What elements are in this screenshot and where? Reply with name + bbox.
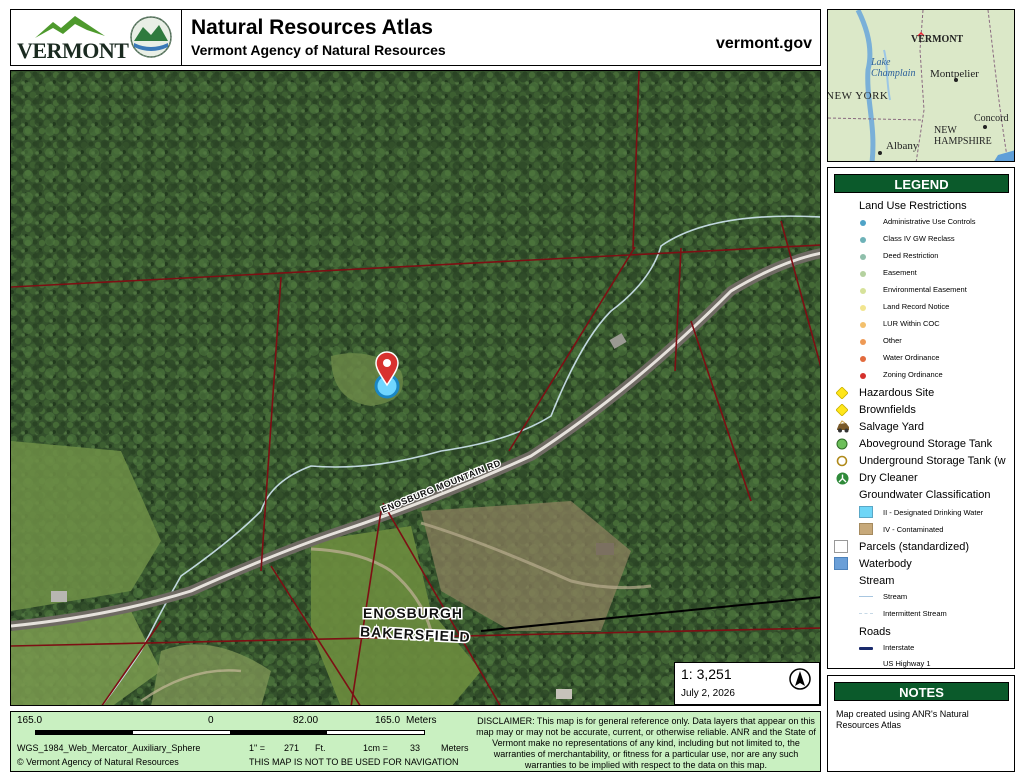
scale-label-left: 165.0 [17,715,43,726]
inset-label: Lake Champlain [871,57,916,79]
legend-panel: LEGEND Land Use Restrictions Administrat… [827,167,1015,669]
legend-aboveground-tank: Aboveground Storage Tank [859,438,993,450]
legend-underground-tank: Underground Storage Tank (w [859,455,1006,467]
scale-bar [35,730,425,735]
scale-label-right: 165.0 [375,715,401,726]
legend-gw-contaminated: IV - Contaminated [883,525,944,534]
aerial-imagery: ENOSBURG MOUNTAIN RD ENOSBURGH BAKERSFIE… [11,71,820,705]
inset-label: Montpelier [930,68,979,80]
land-use-dot-icon [860,237,866,243]
notes-heading: NOTES [834,682,1009,701]
legend-stream: Stream [883,592,908,601]
legend-land-use-item: Administrative Use Controls [883,217,976,226]
header-bar: VERMONT Natural Resources Atlas Vermont … [10,9,821,66]
legend-parcels: Parcels (standardized) [859,541,970,553]
legend-salvage-yard: Salvage Yard [859,421,925,433]
town-label-enosburgh: ENOSBURGH [363,605,463,621]
disclaimer: DISCLAIMER: This map is for general refe… [476,716,816,770]
site-link[interactable]: vermont.gov [716,35,812,53]
legend-land-use-item: Environmental Easement [883,285,967,294]
legend-heading: LEGEND [834,174,1009,193]
land-use-dot-icon [860,220,866,226]
legend-land-use-item: Water Ordinance [883,353,940,362]
parcel-swatch [834,540,848,553]
inset-label: VERMONT [911,34,964,45]
land-use-dot-icon [860,322,866,328]
legend-hazardous-site: Hazardous Site [859,387,935,399]
legend-interstate: Interstate [883,643,915,652]
gw-contaminated-swatch [859,523,873,535]
north-arrow-icon [789,668,811,690]
land-use-dot-icon [860,356,866,362]
legend-gw-designated: II - Designated Drinking Water [883,508,984,517]
legend-us-highway: US Highway 1 [883,659,931,668]
brownfield-diamond-icon [836,404,848,416]
legend-land-use-item: Zoning Ordinance [883,370,943,379]
scale-label-zero: 0 [208,715,214,726]
stream-line-swatch [859,596,873,597]
legend-brownfields: Brownfields [859,404,916,416]
underground-tank-icon [836,455,848,467]
page-subtitle: Vermont Agency of Natural Resources [191,42,446,58]
inset-label: Albany [886,140,919,152]
land-use-dot-icon [860,373,866,379]
projection-label: WGS_1984_Web_Mercator_Auxiliary_Sphere [17,743,201,753]
notes-text: Map created using ANR's Natural Resource… [836,709,969,730]
salvage-car-icon [837,420,849,433]
intermittent-stream-swatch [859,613,873,614]
legend-stream-heading: Stream [859,575,895,587]
map-date: July 2, 2026 [681,688,735,699]
legend-land-use-item: Easement [883,268,917,277]
aboveground-tank-icon [836,438,848,450]
land-use-dot-icon [860,271,866,277]
legend-dry-cleaner: Dry Cleaner [859,472,918,484]
hazard-diamond-icon [836,387,848,399]
navigation-warning: THIS MAP IS NOT TO BE USED FOR NAVIGATIO… [249,757,459,767]
legend-land-use-item: LUR Within COC [883,319,940,328]
land-use-dot-icon [860,305,866,311]
legend-intermittent-stream: Intermittent Stream [883,609,947,618]
waterbody-swatch [834,557,848,570]
copyright: © Vermont Agency of Natural Resources [17,757,179,767]
cm-value: 33 [410,743,421,753]
legend-land-use-item: Class IV GW Reclass [883,234,955,243]
legend-land-use-item: Other [883,336,902,345]
map-canvas[interactable]: ENOSBURG MOUNTAIN RD ENOSBURGH BAKERSFIE… [10,70,821,706]
map-scale-box: 1: 3,251 July 2, 2026 [674,662,820,705]
inset-label: NEW YORK [827,90,889,102]
scale-unit: Meters [406,715,437,726]
legend-roads-heading: Roads [859,626,891,638]
legend-land-use-item: Deed Restriction [883,251,939,260]
footer-bar: 165.0 0 82.00 165.0 Meters WGS_1984_Web_… [10,711,821,772]
notes-panel: NOTES Map created using ANR's Natural Re… [827,675,1015,772]
inch-equivalent: 1" = [249,743,265,753]
land-use-dot-icon [860,339,866,345]
scale-ratio: 1: 3,251 [681,666,732,682]
dry-cleaner-icon [836,472,849,485]
inset-label: Concord [974,113,1009,124]
legend-groundwater-heading: Groundwater Classification [859,489,991,501]
inset-label: NEW HAMPSHIRE [934,125,992,147]
anr-seal-icon [130,16,172,58]
land-use-dot-icon [860,288,866,294]
legend-land-use-item: Land Record Notice [883,302,950,311]
inch-unit: Ft. [315,743,326,753]
vermont-wordmark: VERMONT [17,38,129,63]
land-use-dot-icon [860,254,866,260]
gw-designated-swatch [859,506,873,518]
cm-equivalent: 1cm = [363,743,388,753]
mountain-logo-icon [35,16,105,38]
legend-land-use-heading: Land Use Restrictions [859,200,967,212]
vermont-logo[interactable]: VERMONT [15,14,129,63]
scale-label-mid: 82.00 [293,715,319,726]
locator-inset-map[interactable]: VERMONT Lake Champlain Montpelier NEW YO… [827,9,1015,162]
inch-value: 271 [284,743,300,753]
legend-waterbody: Waterbody [859,558,912,570]
interstate-line-swatch [859,647,873,650]
page-title: Natural Resources Atlas [191,16,433,39]
cm-unit: Meters [441,743,469,753]
